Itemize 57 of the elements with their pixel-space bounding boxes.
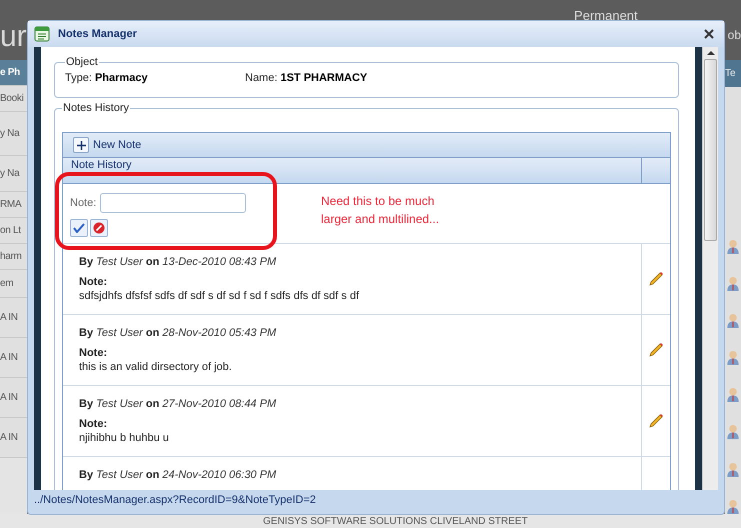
field-label: Note: — [70, 197, 96, 209]
window-title: Notes Manager — [58, 28, 137, 40]
note-text: this is an valid dirsectory of job. — [79, 361, 233, 373]
user-icon — [726, 424, 740, 440]
logo-text: ur — [0, 22, 27, 52]
save-button[interactable] — [70, 219, 88, 237]
checkmark-icon — [73, 223, 85, 233]
cancel-icon — [93, 222, 105, 234]
panel-legend: Notes History — [62, 102, 130, 114]
table-cell: A IN — [0, 418, 27, 458]
table-cell: em — [0, 270, 27, 298]
new-note-button[interactable]: New Note — [73, 137, 142, 153]
nav-label[interactable]: Permanent — [574, 8, 638, 23]
user-icon — [726, 276, 740, 291]
table-cell: e Ph — [0, 60, 27, 86]
user-icon — [726, 350, 740, 366]
tab-label[interactable]: Te — [725, 68, 736, 79]
note-author: By Test User on 24-Nov-2010 06:30 PM — [79, 469, 278, 481]
note-text: sdfsjdhfs dfsfsf sdfs df sdf s df sd f sd f sdfs dfs df sdf s df — [79, 290, 360, 302]
user-icon — [726, 312, 740, 328]
scrollbar[interactable] — [702, 47, 718, 490]
table-cell: y Na — [0, 112, 27, 156]
notes-window-icon — [34, 26, 50, 42]
pencil-icon[interactable] — [648, 413, 664, 429]
table-cell: RMA — [0, 192, 27, 218]
note-label: Note: — [79, 276, 108, 288]
note-input[interactable] — [100, 193, 246, 213]
note-label: Note: — [79, 347, 108, 359]
table-cell: y Na — [0, 156, 27, 192]
object-field: Type: Pharmacy — [65, 72, 245, 84]
note-text: njihibhu b huhbu u — [79, 432, 170, 444]
note-author: By Test User on 28-Nov-2010 05:43 PM — [79, 327, 278, 339]
table-cell: GENISYS SOFTWARE SOLUTIONS CLIVELAND STREET — [263, 516, 528, 528]
table-cell: A IN — [0, 298, 27, 338]
plus-icon — [73, 137, 89, 153]
table-cell: Booki — [0, 86, 27, 112]
table-cell: on Lt — [0, 218, 27, 244]
table-cell: harm — [0, 244, 27, 270]
cancel-button[interactable] — [90, 219, 108, 237]
pencil-icon[interactable] — [648, 342, 664, 358]
user-icon — [726, 498, 740, 514]
note-author: By Test User on 13-Dec-2010 08:43 PM — [79, 256, 278, 268]
user-icon — [726, 462, 740, 477]
table-cell: A IN — [0, 378, 27, 418]
column-header: Note History — [63, 158, 642, 183]
note-label: Note: — [79, 418, 108, 430]
pencil-icon[interactable] — [648, 271, 664, 287]
panel-legend: Object — [65, 56, 99, 68]
scroll-thumb[interactable] — [704, 59, 717, 241]
annotation-text: Need this to be much larger and multilined... — [321, 193, 440, 228]
note-author: By Test User on 27-Nov-2010 08:44 PM — [79, 398, 278, 410]
object-field: Name: 1ST PHARMACY — [245, 72, 545, 84]
table-cell: A IN — [0, 338, 27, 378]
user-icon — [726, 238, 740, 254]
user-icon — [726, 387, 740, 402]
close-icon — [704, 29, 714, 39]
nav-label[interactable]: ob — [728, 28, 741, 42]
